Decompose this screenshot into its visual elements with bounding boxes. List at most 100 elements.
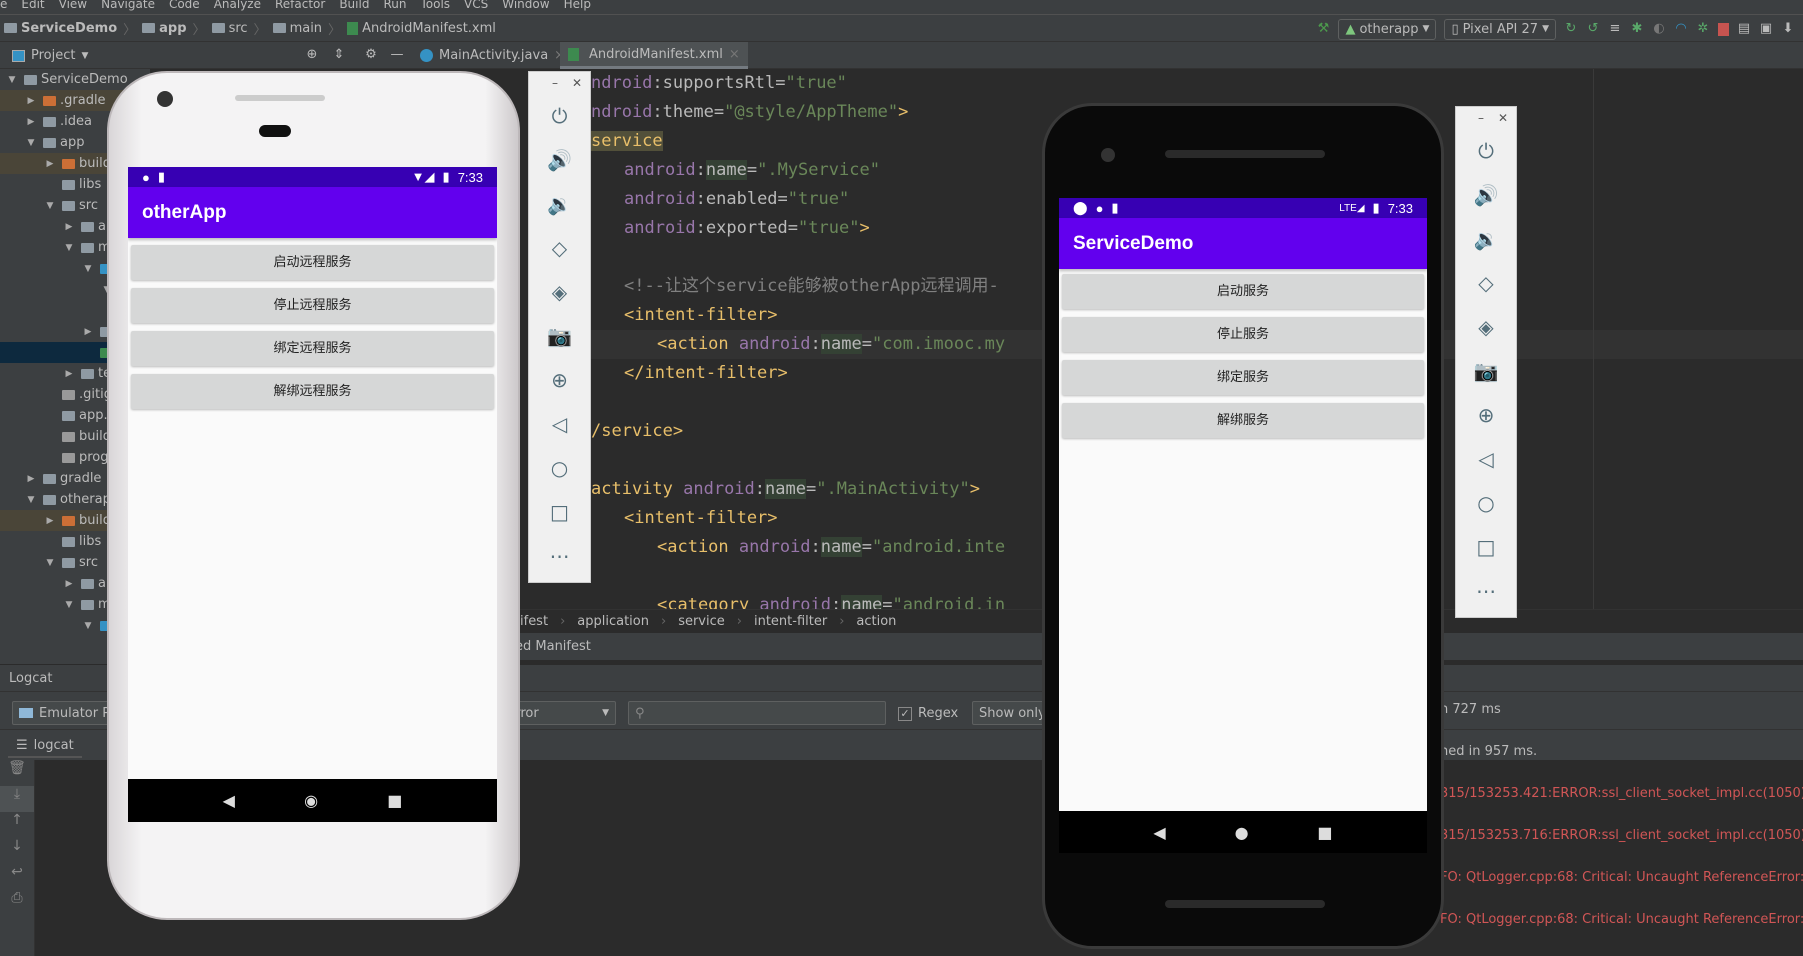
expanded-arrow-icon[interactable]: ▼ <box>82 264 94 274</box>
stop-service-button[interactable]: 停止服务 <box>1062 317 1424 352</box>
camera-icon[interactable]: 📷 <box>529 314 590 358</box>
arrow-down-icon[interactable]: ↓ <box>0 838 34 864</box>
zoom-icon[interactable]: ⊕ <box>529 358 590 402</box>
collapsed-arrow-icon[interactable]: ▶ <box>44 516 56 526</box>
run-config-select[interactable]: ▲ otherapp ▼ <box>1338 18 1437 40</box>
home-icon[interactable]: ○ <box>529 446 590 490</box>
menu-item-11[interactable]: Window <box>502 0 549 11</box>
attach-debugger-icon[interactable]: ✲ <box>1696 22 1710 36</box>
power-icon[interactable]: ⏻ <box>1456 129 1516 173</box>
close-icon[interactable]: × <box>729 47 740 62</box>
collapsed-arrow-icon[interactable]: ▶ <box>82 327 94 337</box>
bind-service-button[interactable]: 绑定服务 <box>1062 360 1424 395</box>
zoom-icon[interactable]: ⊕ <box>1456 393 1516 437</box>
rotate-left-icon[interactable]: ◇ <box>529 226 590 270</box>
soft-wrap-icon[interactable]: ↩ <box>0 864 34 890</box>
menu-item-5[interactable]: Analyze <box>214 0 261 11</box>
expanded-arrow-icon[interactable]: ▼ <box>63 243 75 253</box>
volume-down-icon[interactable]: 🔉 <box>529 182 590 226</box>
breadcrumb-item[interactable]: ServiceDemo 〉 <box>4 19 136 38</box>
menu-item-9[interactable]: Tools <box>420 0 450 11</box>
more-icon[interactable]: ⋯ <box>1456 569 1516 613</box>
overview-icon[interactable]: ■ <box>1317 823 1332 842</box>
menu-item-12[interactable]: Help <box>564 0 591 11</box>
collapsed-arrow-icon[interactable]: ▶ <box>63 369 75 379</box>
tab-logcat[interactable]: ☰ logcat <box>8 734 82 758</box>
unbind-remote-service-button[interactable]: 解绑远程服务 <box>131 374 494 409</box>
back-icon[interactable]: ◀ <box>1153 823 1165 842</box>
expanded-arrow-icon[interactable]: ▼ <box>6 75 18 85</box>
logcat-output[interactable]: n 727 ms hed in 957 ms. 315/153253.421:ERR… <box>1440 695 1803 947</box>
trash-icon[interactable]: 🗑 <box>0 760 34 786</box>
editor-breadcrumb-item[interactable]: action <box>856 614 896 629</box>
menu-item-1[interactable]: Edit <box>21 0 44 11</box>
overview-icon[interactable]: ■ <box>387 791 402 810</box>
profile-icon[interactable]: ◠ <box>1674 22 1688 36</box>
collapsed-arrow-icon[interactable]: ▶ <box>63 579 75 589</box>
breadcrumb-item[interactable]: src 〉 <box>211 19 267 38</box>
power-icon[interactable]: ⏻ <box>529 94 590 138</box>
editor-breadcrumb-item[interactable]: ifest <box>520 614 548 629</box>
print-icon[interactable]: ⎙ <box>0 890 34 916</box>
avd-manager-icon[interactable]: ▣ <box>1759 22 1773 36</box>
expanded-arrow-icon[interactable]: ▼ <box>44 201 56 211</box>
volume-down-icon[interactable]: 🔉 <box>1456 217 1516 261</box>
stop-icon[interactable] <box>1718 22 1729 36</box>
menu-item-2[interactable]: View <box>59 0 87 11</box>
regex-checkbox[interactable]: ✓ Regex <box>898 706 958 721</box>
unbind-service-button[interactable]: 解绑服务 <box>1062 403 1424 438</box>
tab-android-manifest[interactable]: AndroidManifest.xml × <box>560 42 748 69</box>
gear-icon[interactable]: ⚙ <box>364 48 378 62</box>
volume-up-icon[interactable]: 🔊 <box>1456 173 1516 217</box>
stop-remote-service-button[interactable]: 停止远程服务 <box>131 288 494 323</box>
expanded-arrow-icon[interactable]: ▼ <box>82 621 94 631</box>
apply-code-changes-icon[interactable]: ↺ <box>1586 22 1600 36</box>
bind-remote-service-button[interactable]: 绑定远程服务 <box>131 331 494 366</box>
tab-main-activity[interactable]: MainActivity.java× <box>412 42 573 69</box>
coverage-icon[interactable]: ◐ <box>1652 22 1666 36</box>
expanded-arrow-icon[interactable]: ▼ <box>25 495 37 505</box>
home-icon[interactable]: ○ <box>1456 481 1516 525</box>
expanded-arrow-icon[interactable]: ▼ <box>44 558 56 568</box>
collapsed-arrow-icon[interactable]: ▶ <box>25 96 37 106</box>
project-structure-icon[interactable]: ▤ <box>1737 22 1751 36</box>
collapsed-arrow-icon[interactable]: ▶ <box>44 159 56 169</box>
arrow-up-icon[interactable]: ↑ <box>0 812 34 838</box>
collapsed-arrow-icon[interactable]: ▶ <box>25 117 37 127</box>
editor-breadcrumb-item[interactable]: service <box>678 614 725 629</box>
menu-item-6[interactable]: Refactor <box>275 0 325 11</box>
device-screen-otherapp[interactable]: ● ▮ ▼◢ ▮ 7:33 otherApp 启动远程服务 停止远程服务 绑定远程服务 … <box>128 167 497 822</box>
home-icon[interactable]: ● <box>1235 823 1249 842</box>
build-hammer-icon[interactable]: ⚒ <box>1316 22 1330 36</box>
expanded-arrow-icon[interactable]: ▼ <box>63 600 75 610</box>
rotate-right-icon[interactable]: ◈ <box>1456 305 1516 349</box>
sdk-manager-icon[interactable]: ⬇ <box>1781 22 1795 36</box>
apply-changes-icon[interactable]: ↻ <box>1564 22 1578 36</box>
rotate-right-icon[interactable]: ◈ <box>529 270 590 314</box>
collapsed-arrow-icon[interactable]: ▶ <box>25 474 37 484</box>
more-icon[interactable]: ⋯ <box>529 534 590 578</box>
menu-item-7[interactable]: Build <box>339 0 369 11</box>
breadcrumb-item[interactable]: app 〉 <box>142 19 206 38</box>
editor-breadcrumb-item[interactable]: application <box>577 614 649 629</box>
minimize-icon[interactable]: – <box>552 76 558 90</box>
logcat-icon[interactable]: ≡ <box>1608 22 1622 36</box>
overview-icon[interactable]: □ <box>529 490 590 534</box>
close-icon[interactable]: ✕ <box>572 76 582 90</box>
camera-icon[interactable]: 📷 <box>1456 349 1516 393</box>
close-icon[interactable]: ✕ <box>1498 111 1508 125</box>
back-icon[interactable]: ◁ <box>529 402 590 446</box>
menu-item-4[interactable]: Code <box>169 0 200 11</box>
rotate-left-icon[interactable]: ◇ <box>1456 261 1516 305</box>
scroll-to-end-icon[interactable]: ⤓ <box>0 786 34 812</box>
overview-icon[interactable]: □ <box>1456 525 1516 569</box>
collapse-all-icon[interactable]: ⇕ <box>332 48 346 62</box>
home-icon[interactable]: ◉ <box>304 791 318 810</box>
back-icon[interactable]: ◀ <box>223 791 235 810</box>
editor-breadcrumb-item[interactable]: intent-filter <box>754 614 827 629</box>
volume-up-icon[interactable]: 🔊 <box>529 138 590 182</box>
breadcrumb-item[interactable]: AndroidManifest.xml <box>347 19 496 38</box>
minimize-icon[interactable]: – <box>1478 111 1484 125</box>
menu-item-0[interactable]: e <box>0 0 7 11</box>
back-icon[interactable]: ◁ <box>1456 437 1516 481</box>
